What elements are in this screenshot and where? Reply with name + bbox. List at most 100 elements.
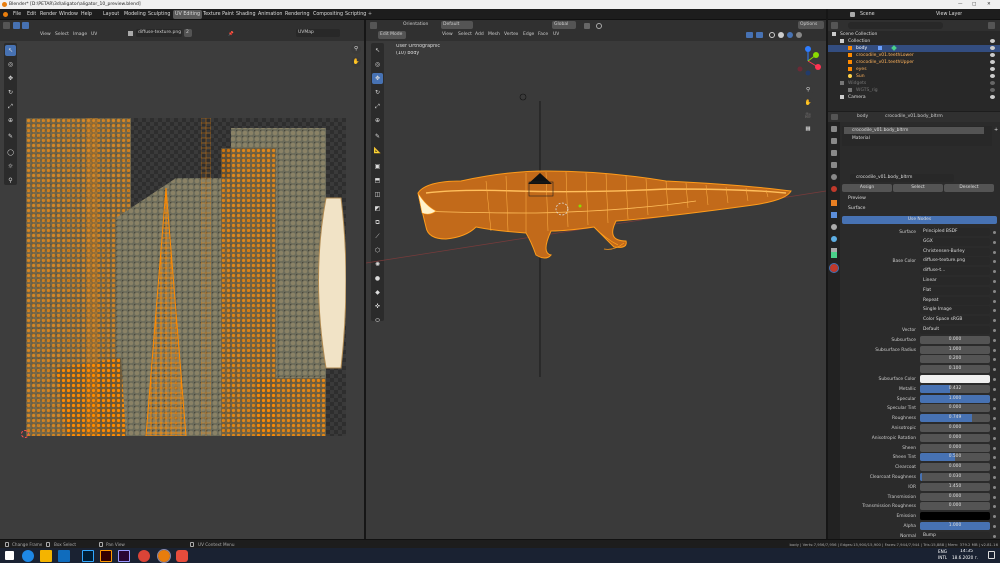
visibility-eye-icon[interactable] bbox=[990, 88, 995, 92]
outliner-row[interactable]: Sun bbox=[828, 73, 1000, 80]
link-socket-icon[interactable] bbox=[993, 289, 996, 293]
select-tool-icon[interactable]: ↖ bbox=[5, 45, 16, 56]
illustrator-icon[interactable] bbox=[100, 549, 112, 562]
view-layer-selector[interactable]: View Layer bbox=[936, 9, 962, 20]
link-socket-icon[interactable] bbox=[993, 495, 996, 499]
property-dropdown[interactable]: GGX bbox=[920, 237, 990, 246]
select-mode-icon[interactable] bbox=[13, 22, 20, 29]
edge-browser-icon[interactable] bbox=[22, 549, 34, 562]
link-socket-icon[interactable] bbox=[993, 397, 996, 401]
menu-file[interactable]: File bbox=[13, 9, 21, 20]
link-socket-icon[interactable] bbox=[993, 387, 996, 391]
uv-editor-area[interactable]: ↖ ◎ ✥ ↻ ⤢ ⊕ ✎ ◯ ☼ ⚲ ⚲ ✋ bbox=[0, 41, 364, 539]
tab-rendering[interactable]: Rendering bbox=[285, 9, 310, 20]
viewport-menu-mesh[interactable]: Mesh bbox=[488, 29, 500, 41]
relax-tool-icon[interactable]: ☼ bbox=[5, 161, 16, 172]
tab-shading[interactable]: Shading bbox=[236, 9, 256, 20]
viewport-menu-uv[interactable]: UV bbox=[553, 29, 559, 41]
2d-cursor-icon[interactable] bbox=[21, 430, 29, 438]
viewport-menu-edge[interactable]: Edge bbox=[523, 29, 534, 41]
uv-menu-uv[interactable]: UV bbox=[91, 29, 97, 41]
shading-material-icon[interactable] bbox=[787, 32, 793, 38]
tab-uv-editing[interactable]: UV Editing bbox=[173, 10, 203, 19]
view-layer-tab-icon[interactable] bbox=[831, 162, 837, 168]
property-dropdown[interactable]: Linear bbox=[920, 277, 990, 285]
cursor-tool-icon[interactable]: ◎ bbox=[5, 59, 16, 70]
menu-edit[interactable]: Edit bbox=[27, 9, 36, 20]
render-tab-icon[interactable] bbox=[831, 138, 837, 144]
link-socket-icon[interactable] bbox=[993, 378, 996, 381]
visibility-eye-icon[interactable] bbox=[990, 81, 995, 85]
property-slider[interactable]: 0.200 bbox=[920, 355, 990, 364]
tab-modeling[interactable]: Modeling bbox=[124, 9, 146, 20]
uv-menu-image[interactable]: Image bbox=[73, 29, 87, 41]
visibility-eye-icon[interactable] bbox=[990, 39, 995, 43]
property-dropdown[interactable]: Default bbox=[920, 326, 990, 334]
menu-render[interactable]: Render bbox=[40, 9, 57, 20]
scene-tab-icon[interactable] bbox=[831, 174, 837, 180]
viewport-editor-type-icon[interactable] bbox=[370, 22, 377, 29]
menu-window[interactable]: Window bbox=[59, 9, 78, 20]
uv-map-selector[interactable]: UVMap bbox=[296, 29, 340, 37]
tab-animation[interactable]: Animation bbox=[258, 9, 282, 20]
windows-start-icon[interactable] bbox=[5, 551, 14, 560]
viewport-menu-vertex[interactable]: Vertex bbox=[504, 29, 518, 41]
add-workspace-button[interactable]: + bbox=[368, 9, 372, 20]
color-swatch[interactable] bbox=[920, 375, 990, 383]
scene-selector[interactable]: Scene bbox=[860, 9, 875, 20]
move-tool-icon[interactable]: ✥ bbox=[5, 73, 16, 84]
3d-viewport[interactable]: User Orthographic (10) body ↖ ◎ ✥ ↻ ⤢ ⊕ … bbox=[366, 41, 826, 539]
taskbar-language-variant[interactable]: INTL bbox=[938, 555, 947, 560]
close-button[interactable]: ✕ bbox=[987, 0, 991, 9]
tab-scripting[interactable]: Scripting bbox=[345, 9, 366, 20]
viewport-menu-select[interactable]: Select bbox=[458, 29, 472, 41]
properties-editor-icon[interactable] bbox=[831, 114, 838, 120]
shading-rendered-icon[interactable] bbox=[796, 32, 802, 38]
color-swatch[interactable] bbox=[920, 512, 990, 521]
outliner-row[interactable]: WGTS_rig bbox=[828, 87, 1000, 94]
visibility-eye-icon[interactable] bbox=[990, 67, 995, 71]
link-socket-icon[interactable] bbox=[993, 270, 996, 274]
link-socket-icon[interactable] bbox=[993, 515, 996, 519]
property-slider[interactable]: 0.000 bbox=[920, 335, 990, 344]
blender-menu-icon[interactable] bbox=[3, 12, 8, 17]
link-socket-icon[interactable] bbox=[993, 525, 996, 528]
visibility-eye-icon[interactable] bbox=[990, 74, 995, 78]
add-slot-button[interactable]: + bbox=[994, 127, 998, 133]
link-socket-icon[interactable] bbox=[993, 309, 996, 313]
property-slider[interactable]: 1.000 bbox=[920, 394, 990, 403]
viewport-menu-face[interactable]: Face bbox=[538, 29, 548, 41]
tab-compositing[interactable]: Compositing bbox=[313, 9, 343, 20]
material-slot-list[interactable]: crocodile_v01.body_bltrm Material bbox=[842, 126, 992, 146]
outliner-row[interactable]: body bbox=[828, 45, 1000, 52]
property-slider[interactable]: 1.450 bbox=[920, 482, 990, 491]
store-icon[interactable] bbox=[58, 549, 70, 562]
minimize-button[interactable]: — bbox=[958, 0, 963, 9]
property-dropdown[interactable]: Repeat bbox=[920, 296, 990, 305]
notification-icon[interactable] bbox=[988, 551, 995, 559]
outliner-row[interactable]: crocodile_v01.teethLower bbox=[828, 52, 1000, 59]
property-dropdown[interactable]: Color Space sRGB bbox=[920, 316, 990, 325]
xray-icon[interactable] bbox=[756, 32, 763, 38]
property-dropdown[interactable]: Single Image bbox=[920, 306, 990, 315]
property-dropdown[interactable]: diffuse-t... bbox=[920, 267, 990, 276]
link-socket-icon[interactable] bbox=[993, 427, 996, 430]
property-dropdown[interactable]: diffuse-texture.png bbox=[920, 257, 990, 266]
property-slider[interactable]: 0.000 bbox=[920, 424, 990, 432]
pin-icon[interactable]: 📌 bbox=[228, 29, 234, 41]
property-slider[interactable]: 0.000 bbox=[920, 502, 990, 511]
property-slider[interactable]: 1.000 bbox=[920, 345, 990, 354]
premiere-icon[interactable] bbox=[118, 549, 130, 562]
link-socket-icon[interactable] bbox=[993, 485, 996, 489]
outliner-row[interactable]: crocodile_v01.teethUpper bbox=[828, 59, 1000, 66]
tab-layout[interactable]: Layout bbox=[103, 9, 119, 20]
link-socket-icon[interactable] bbox=[993, 250, 996, 254]
link-socket-icon[interactable] bbox=[993, 466, 996, 470]
image-name-field[interactable]: diffuse-texture.png bbox=[136, 29, 182, 37]
shading-solid-icon[interactable] bbox=[778, 32, 784, 38]
tab-sculpting[interactable]: Sculpting bbox=[148, 9, 170, 20]
menu-help[interactable]: Help bbox=[81, 9, 92, 20]
scale-tool-icon[interactable]: ⤢ bbox=[5, 101, 16, 112]
modifier-tab-icon[interactable] bbox=[831, 212, 837, 218]
link-socket-icon[interactable] bbox=[993, 368, 996, 372]
